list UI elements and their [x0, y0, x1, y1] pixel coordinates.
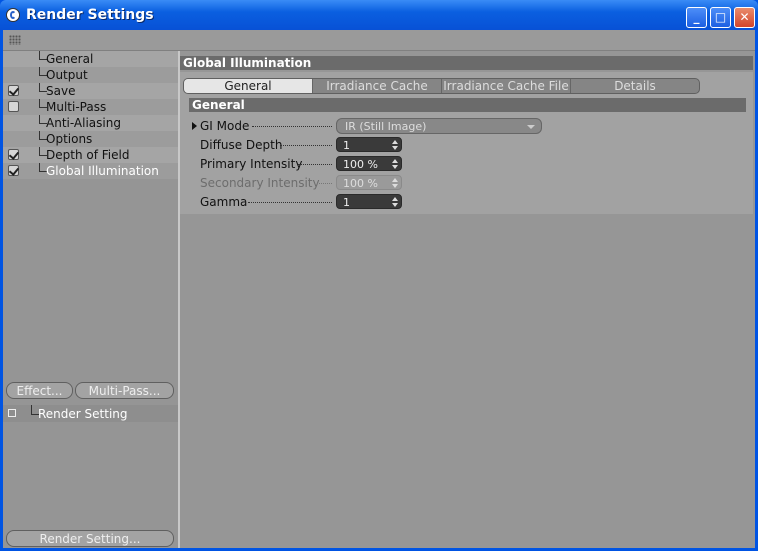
tabs-container: General Irradiance Cache Irradiance Cach… [180, 72, 753, 214]
gamma-row: Gamma 1 [190, 193, 590, 211]
secondary-intensity-stepper: 100 % [336, 175, 402, 190]
gi-mode-row: GI Mode IR (Still Image) [190, 117, 590, 135]
grip-icon[interactable] [9, 35, 21, 45]
secondary-intensity-value: 100 % [343, 177, 378, 190]
spin-arrows-icon[interactable] [392, 140, 398, 150]
primary-intensity-label: Primary Intensity [200, 157, 303, 171]
tree-item-global-illumination[interactable]: Global Illumination [3, 163, 178, 179]
primary-intensity-stepper[interactable]: 100 % [336, 156, 402, 171]
attributes-pane: Global Illumination General Irradiance C… [180, 51, 755, 548]
tree-item-general[interactable]: General [3, 51, 178, 67]
render-settings-window: Render Settings _ □ ✕ General Output Sav… [0, 0, 758, 551]
tree-item-label: General [46, 52, 94, 66]
title-bar[interactable]: Render Settings _ □ ✕ [0, 0, 758, 30]
settings-tree: General Output Save Multi-Pass Anti-Alia… [3, 51, 178, 179]
tree-item-save[interactable]: Save [3, 83, 178, 99]
effect-button[interactable]: Effect... [6, 382, 73, 399]
render-setting-list-item[interactable]: Render Setting [3, 405, 178, 422]
diffuse-depth-label: Diffuse Depth [200, 138, 283, 152]
close-button[interactable]: ✕ [734, 7, 755, 28]
render-setting-button[interactable]: Render Setting... [6, 530, 174, 547]
leader-dots [248, 202, 332, 204]
app-icon [6, 8, 20, 22]
tab-bar: General Irradiance Cache Irradiance Cach… [183, 78, 700, 94]
panel-title: Global Illumination [180, 56, 753, 70]
global-illumination-checkbox[interactable] [8, 165, 19, 176]
secondary-intensity-row: Secondary Intensity 100 % [190, 174, 590, 192]
tree-item-label: Global Illumination [46, 164, 159, 178]
tab-irradiance-cache-file[interactable]: Irradiance Cache File [442, 79, 571, 93]
maximize-button[interactable]: □ [710, 7, 731, 28]
gi-mode-value: IR (Still Image) [345, 120, 427, 133]
render-setting-label: Render Setting [38, 407, 128, 421]
tree-item-label: Save [46, 84, 76, 98]
tree-item-options[interactable]: Options [3, 131, 178, 147]
secondary-intensity-label: Secondary Intensity [200, 176, 320, 190]
leader-dots [298, 164, 332, 166]
spin-arrows-icon[interactable] [392, 159, 398, 169]
primary-intensity-value: 100 % [343, 158, 378, 171]
tree-item-label: Multi-Pass [46, 100, 107, 114]
tab-details[interactable]: Details [571, 79, 699, 93]
tool-strip [3, 30, 755, 51]
multi-pass-checkbox[interactable] [8, 101, 19, 112]
spin-arrows-icon [392, 178, 398, 188]
depth-of-field-checkbox[interactable] [8, 149, 19, 160]
tree-item-label: Options [46, 132, 93, 146]
leader-dots [252, 126, 332, 128]
expand-icon[interactable] [8, 409, 16, 417]
chevron-down-icon [527, 125, 535, 129]
diffuse-depth-row: Diffuse Depth 1 [190, 136, 590, 154]
client-area: General Output Save Multi-Pass Anti-Alia… [3, 30, 755, 548]
spin-arrows-icon[interactable] [392, 197, 398, 207]
gi-mode-dropdown[interactable]: IR (Still Image) [336, 118, 542, 134]
diffuse-depth-value: 1 [343, 139, 350, 152]
window-title: Render Settings [26, 7, 154, 23]
tree-item-label: Output [46, 68, 88, 82]
leader-dots [317, 183, 332, 185]
leader-dots [280, 145, 332, 147]
gamma-stepper[interactable]: 1 [336, 194, 402, 209]
primary-intensity-row: Primary Intensity 100 % [190, 155, 590, 173]
save-checkbox[interactable] [8, 85, 19, 96]
multi-pass-button[interactable]: Multi-Pass... [75, 382, 174, 399]
tree-item-multi-pass[interactable]: Multi-Pass [3, 99, 178, 115]
tree-item-output[interactable]: Output [3, 67, 178, 83]
diffuse-depth-stepper[interactable]: 1 [336, 137, 402, 152]
gamma-label: Gamma [200, 195, 248, 209]
expand-arrow-icon[interactable] [192, 122, 197, 130]
tree-item-anti-aliasing[interactable]: Anti-Aliasing [3, 115, 178, 131]
gi-mode-label: GI Mode [200, 119, 250, 133]
tab-irradiance-cache[interactable]: Irradiance Cache [313, 79, 442, 93]
maximize-icon: □ [714, 10, 727, 24]
gamma-value: 1 [343, 196, 350, 209]
section-header: General [189, 98, 746, 112]
settings-tree-pane: General Output Save Multi-Pass Anti-Alia… [3, 51, 178, 548]
minimize-icon: _ [693, 10, 700, 24]
tab-general[interactable]: General [184, 79, 313, 93]
close-icon: ✕ [739, 10, 750, 24]
tree-item-label: Depth of Field [46, 148, 130, 162]
minimize-button[interactable]: _ [686, 7, 707, 28]
tree-item-label: Anti-Aliasing [46, 116, 121, 130]
tree-item-depth-of-field[interactable]: Depth of Field [3, 147, 178, 163]
